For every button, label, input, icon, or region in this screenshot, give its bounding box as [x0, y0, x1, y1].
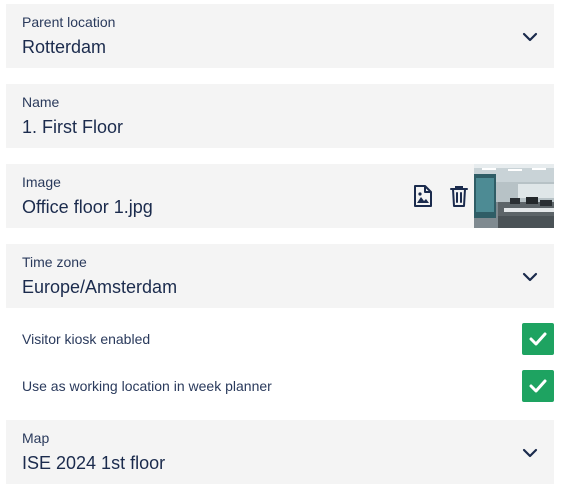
chevron-down-icon[interactable] — [520, 27, 540, 47]
time-zone-select[interactable]: Time zone Europe/Amsterdam — [6, 244, 554, 308]
image-field: Image Office floor 1.jpg — [6, 164, 554, 228]
time-zone-value: Europe/Amsterdam — [22, 277, 178, 297]
chevron-down-icon[interactable] — [520, 267, 540, 287]
name-field[interactable]: Name 1. First Floor — [6, 84, 554, 148]
map-select[interactable]: Map ISE 2024 1st floor — [6, 420, 554, 484]
visitor-kiosk-checkbox[interactable] — [522, 323, 554, 355]
image-filename: Office floor 1.jpg — [22, 197, 153, 217]
chevron-down-icon[interactable] — [520, 443, 540, 463]
name-value[interactable]: 1. First Floor — [22, 117, 123, 138]
name-label: Name — [22, 94, 60, 110]
time-zone-label: Time zone — [22, 254, 87, 270]
parent-location-label: Parent location — [22, 14, 116, 30]
working-location-label: Use as working location in week planner — [22, 378, 272, 394]
parent-location-value: Rotterdam — [22, 37, 107, 57]
working-location-row: Use as working location in week planner — [6, 370, 554, 404]
visitor-kiosk-label: Visitor kiosk enabled — [22, 331, 151, 347]
parent-location-select[interactable]: Parent location Rotterdam — [6, 4, 554, 68]
image-thumbnail — [474, 164, 554, 228]
map-value: ISE 2024 1st floor — [22, 453, 166, 473]
map-label: Map — [22, 430, 50, 446]
image-label: Image — [22, 174, 61, 190]
checkmark-icon — [529, 379, 547, 393]
visitor-kiosk-row: Visitor kiosk enabled — [6, 323, 554, 357]
checkmark-icon — [529, 332, 547, 346]
change-image-icon[interactable] — [412, 184, 434, 208]
delete-icon[interactable] — [448, 184, 470, 208]
working-location-checkbox[interactable] — [522, 370, 554, 402]
